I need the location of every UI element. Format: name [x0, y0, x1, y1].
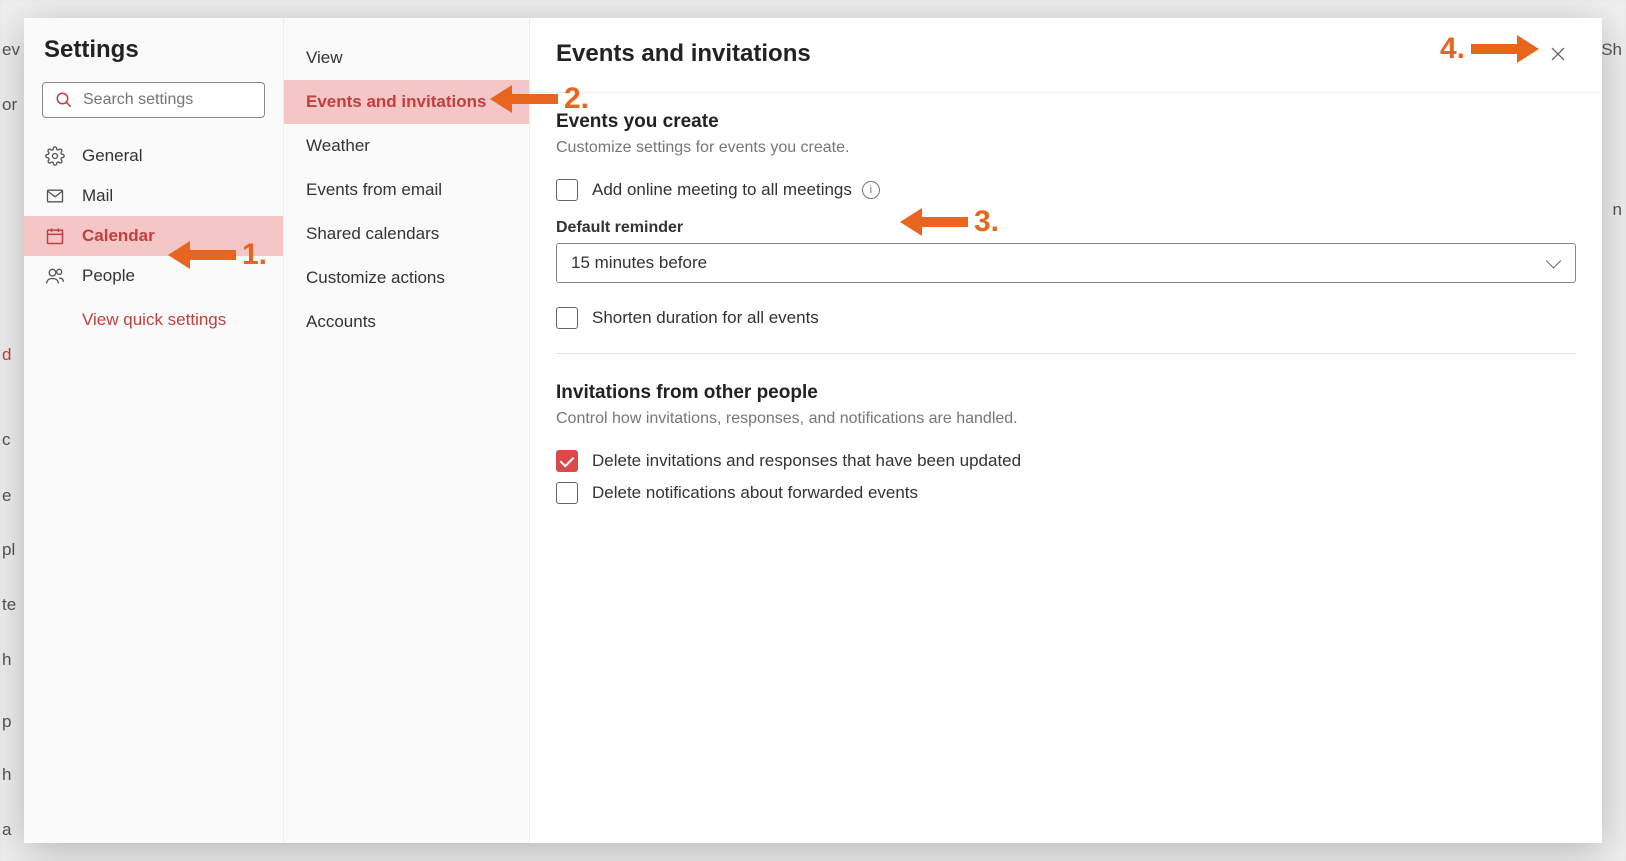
section-invitations-desc: Control how invitations, responses, and …	[556, 410, 1576, 428]
checkbox-shorten-duration[interactable]	[556, 307, 578, 329]
settings-content: Events and invitations Events you create…	[530, 18, 1602, 843]
checkbox-delete-forwarded[interactable]	[556, 482, 578, 504]
bg-text: n	[1613, 200, 1622, 220]
section-events-you-create-title: Events you create	[556, 111, 1576, 133]
section-invitations-title: Invitations from other people	[556, 382, 1576, 404]
bg-text: h	[2, 765, 11, 785]
nav-mail[interactable]: Mail	[24, 176, 283, 216]
bg-text: pl	[2, 540, 15, 560]
settings-secondary-nav: View Events and invitations Weather Even…	[284, 18, 530, 843]
subnav-customize-actions[interactable]: Customize actions	[284, 256, 529, 300]
subnav-events-invitations[interactable]: Events and invitations	[284, 80, 529, 124]
content-header: Events and invitations	[530, 18, 1602, 93]
subnav-accounts[interactable]: Accounts	[284, 300, 529, 344]
bg-text: Sh	[1601, 40, 1622, 60]
settings-primary-nav: Settings General Mail Calendar	[24, 18, 284, 843]
checkbox-add-online-meeting-label: Add online meeting to all meetings	[592, 180, 852, 200]
default-reminder-label: Default reminder	[556, 219, 1576, 237]
bg-text: ev	[2, 40, 20, 60]
bg-text: d	[2, 345, 11, 365]
checkbox-shorten-duration-label: Shorten duration for all events	[592, 308, 819, 328]
checkbox-delete-forwarded-label: Delete notifications about forwarded eve…	[592, 483, 918, 503]
subnav-weather[interactable]: Weather	[284, 124, 529, 168]
section-events-you-create-desc: Customize settings for events you create…	[556, 139, 1576, 157]
calendar-icon	[44, 226, 66, 246]
bg-text: e	[2, 486, 11, 506]
nav-calendar[interactable]: Calendar	[24, 216, 283, 256]
checkbox-delete-updated-label: Delete invitations and responses that ha…	[592, 451, 1021, 471]
people-icon	[44, 266, 66, 286]
bg-text: te	[2, 595, 16, 615]
nav-mail-label: Mail	[82, 186, 113, 206]
close-button[interactable]	[1540, 36, 1576, 72]
search-settings-box[interactable]	[42, 82, 265, 118]
default-reminder-value: 15 minutes before	[571, 253, 707, 272]
view-quick-settings-link[interactable]: View quick settings	[24, 300, 283, 340]
bg-text: a	[2, 820, 11, 840]
checkbox-row-shorten: Shorten duration for all events	[556, 307, 1576, 329]
mail-icon	[44, 186, 66, 206]
nav-people-label: People	[82, 266, 135, 286]
checkbox-add-online-meeting[interactable]	[556, 179, 578, 201]
bg-text: or	[2, 95, 17, 115]
info-icon[interactable]: i	[862, 181, 880, 199]
search-settings-input[interactable]	[83, 91, 290, 109]
content-body: Events you create Customize settings for…	[530, 93, 1602, 540]
section-divider	[556, 353, 1576, 354]
bg-text: p	[2, 712, 11, 732]
default-reminder-select[interactable]: 15 minutes before	[556, 243, 1576, 283]
settings-title: Settings	[24, 36, 283, 82]
subnav-shared-calendars[interactable]: Shared calendars	[284, 212, 529, 256]
nav-people[interactable]: People	[24, 256, 283, 296]
bg-text: h	[2, 650, 11, 670]
nav-calendar-label: Calendar	[82, 226, 155, 246]
checkbox-row-delete-updated: Delete invitations and responses that ha…	[556, 450, 1576, 472]
nav-general-label: General	[82, 146, 142, 166]
subnav-view[interactable]: View	[284, 36, 529, 80]
checkbox-row-delete-forwarded: Delete notifications about forwarded eve…	[556, 482, 1576, 504]
close-icon	[1549, 45, 1567, 63]
search-icon	[55, 91, 73, 109]
gear-icon	[44, 146, 66, 166]
content-title: Events and invitations	[556, 40, 811, 68]
nav-general[interactable]: General	[24, 136, 283, 176]
subnav-events-from-email[interactable]: Events from email	[284, 168, 529, 212]
bg-text: c	[2, 430, 11, 450]
checkbox-row-online-meeting: Add online meeting to all meetings i	[556, 179, 1576, 201]
checkbox-delete-updated[interactable]	[556, 450, 578, 472]
settings-dialog: Settings General Mail Calendar	[24, 18, 1602, 843]
